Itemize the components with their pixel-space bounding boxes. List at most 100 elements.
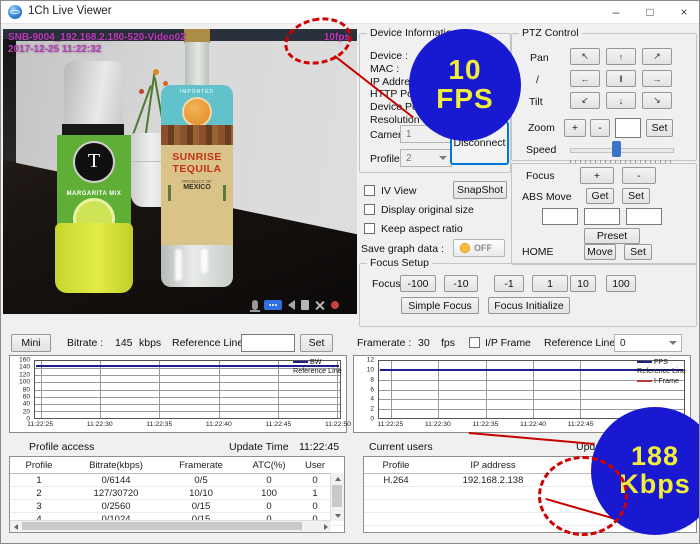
vertical-scrollbar[interactable] (330, 473, 344, 521)
ptz-arrow-button-5[interactable]: → (642, 70, 672, 87)
legend-item: FPS (637, 358, 687, 366)
bitrate-value: 145 (115, 337, 133, 349)
zoom-out-button[interactable]: - (590, 119, 610, 137)
keep-aspect-checkbox[interactable] (364, 223, 375, 234)
ptz-arrow-button-1[interactable]: ↑ (606, 48, 636, 65)
horizontal-scrollbar[interactable] (10, 520, 331, 532)
focus-step-button-1[interactable]: 1 (532, 275, 568, 292)
sd-card-icon[interactable] (301, 300, 309, 310)
display-original-checkbox[interactable] (364, 204, 375, 215)
current-users-title: Current users (369, 441, 433, 453)
reference-set-button[interactable]: Set (300, 334, 333, 352)
gridline (159, 361, 160, 418)
simple-focus-button[interactable]: Simple Focus (401, 297, 479, 314)
reference-line-input[interactable] (241, 334, 295, 352)
ptz-arrow-button-4[interactable]: ‖ (606, 70, 636, 87)
chart-legend: FPSReference LineI-Frame (637, 358, 687, 386)
video-status-icons (252, 300, 339, 310)
glass-shine (201, 249, 208, 273)
zoom-set-button[interactable]: Set (646, 119, 673, 137)
scroll-thumb[interactable] (22, 522, 302, 530)
abs-value-1-input[interactable] (542, 208, 578, 225)
iv-view-checkbox[interactable] (364, 185, 375, 196)
keep-aspect-label: Keep aspect ratio (381, 223, 463, 235)
scroll-right-icon[interactable] (320, 521, 331, 532)
abs-get-button[interactable]: Get (586, 188, 614, 204)
table-row[interactable]: 30/25600/1500 (10, 500, 344, 513)
column-header: IP address (428, 460, 558, 471)
save-graph-toggle[interactable]: OFF (453, 239, 505, 257)
mic-icon[interactable] (252, 300, 258, 310)
y-tick-label: 0 (370, 416, 374, 423)
speaker-icon[interactable] (288, 300, 295, 310)
abs-value-2-input[interactable] (584, 208, 620, 225)
focus-step-button-10[interactable]: 10 (570, 275, 596, 292)
table-row[interactable]: 10/61440/500 (10, 474, 344, 487)
zoom-value-input[interactable] (615, 118, 641, 138)
margarita-liquid (55, 223, 133, 293)
legend-item: BW (293, 358, 343, 366)
update-time-value: 11:22:45 (299, 441, 339, 453)
focus-plus-button[interactable]: + (580, 167, 614, 184)
framerate-unit: fps (441, 337, 455, 349)
ptz-arrow-grid: ↖ ↑ ↗ ← ‖ → ↙ ↓ ↘ (570, 48, 672, 109)
speed-slider-thumb[interactable] (612, 141, 621, 157)
scroll-left-icon[interactable] (10, 521, 21, 532)
osd-datetime: 2017-12-25 11:22:32 (8, 44, 101, 55)
table-cell: 10/10 (164, 488, 238, 499)
ip-frame-checkbox[interactable] (469, 337, 480, 348)
focus-minus-button[interactable]: - (622, 167, 656, 184)
maximize-button[interactable]: □ (633, 1, 667, 23)
ptz-arrow-button-2[interactable]: ↗ (642, 48, 672, 65)
mini-button[interactable]: Mini (11, 334, 51, 352)
record-icon[interactable] (331, 301, 339, 309)
ptz-arrow-button-0[interactable]: ↖ (570, 48, 600, 65)
focus-step-button--100[interactable]: -100 (400, 275, 436, 292)
profile-access-title: Profile access (29, 441, 94, 453)
ptz-arrow-button-3[interactable]: ← (570, 70, 600, 87)
home-set-button[interactable]: Set (624, 244, 652, 260)
abs-set-button[interactable]: Set (622, 188, 650, 204)
gridline (379, 390, 684, 391)
close-button[interactable]: × (667, 1, 700, 23)
y-tick-label: 10 (367, 366, 374, 373)
gridline (41, 361, 42, 418)
snapshot-button[interactable]: SnapShot (453, 181, 507, 199)
home-move-button[interactable]: Move (584, 244, 616, 260)
profile-select[interactable]: 2 (400, 149, 452, 167)
focus-setup-title: Focus Setup (367, 257, 432, 269)
chart-legend: BWReference Line (293, 358, 343, 377)
reference-line-select[interactable]: 0 (614, 334, 682, 352)
table-cell: 127/30720 (68, 488, 164, 499)
focus-initialize-button[interactable]: Focus Initialize (488, 297, 570, 314)
speed-label: Speed (526, 144, 556, 156)
codec-badge-icon[interactable] (264, 300, 282, 310)
table-cell: 0 (238, 501, 300, 512)
table-cell: 2 (10, 488, 68, 499)
ptz-arrow-button-7[interactable]: ↓ (606, 92, 636, 109)
minimize-button[interactable]: – (599, 1, 633, 23)
speed-slider-track[interactable] (570, 148, 674, 153)
focus-step-button--10[interactable]: -10 (444, 275, 478, 292)
scroll-up-icon[interactable] (331, 473, 344, 484)
zoom-in-button[interactable]: + (564, 119, 586, 137)
bottle-cap (184, 29, 210, 43)
scroll-thumb[interactable] (332, 485, 342, 507)
scroll-down-icon[interactable] (331, 510, 344, 521)
imported-text: IMPORTED (161, 89, 233, 95)
app-window: 1Ch Live Viewer – □ × T MARGARITA MIX (0, 0, 700, 544)
gridline (35, 411, 340, 412)
ptz-arrow-button-8[interactable]: ↘ (642, 92, 672, 109)
focus-step-button-100[interactable]: 100 (606, 275, 636, 292)
ptz-arrow-button-6[interactable]: ↙ (570, 92, 600, 109)
table-cell: 0/15 (164, 501, 238, 512)
table-row[interactable]: 2127/3072010/101001 (10, 487, 344, 500)
tequila-top-label: IMPORTED (161, 85, 233, 125)
bitrate-chart: 160140120100806040200 11:22:2511:22:3011… (9, 355, 347, 433)
preset-button[interactable]: Preset (584, 228, 640, 244)
abs-value-3-input[interactable] (626, 208, 662, 225)
focus-step-button--1[interactable]: -1 (494, 275, 524, 292)
motion-icon[interactable] (315, 300, 325, 310)
table-cell: 0 (300, 475, 330, 486)
bottle-top (64, 61, 123, 128)
